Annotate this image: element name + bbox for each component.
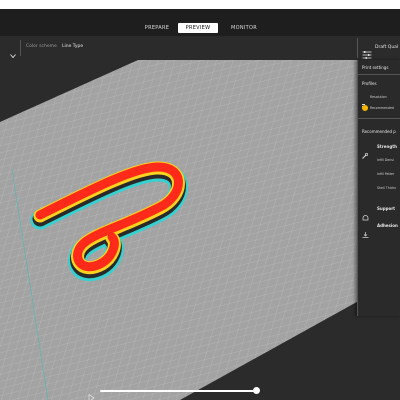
print-settings-button[interactable]: Draft Qual	[357, 38, 400, 59]
sliders-icon	[362, 44, 372, 59]
slider-track[interactable]	[100, 390, 258, 392]
recommended-section-title: Recommended p	[362, 129, 396, 134]
support-label: Support	[377, 206, 396, 211]
tab-preview[interactable]: PREVIEW	[178, 23, 218, 33]
infill-pattern-label: Infill Patter	[377, 172, 395, 176]
warning-icon	[362, 105, 368, 111]
color-scheme-select[interactable]: Line Type	[62, 44, 83, 49]
print-settings-title: Print settings	[362, 65, 389, 70]
panel-divider	[358, 118, 400, 119]
layer-slider[interactable]	[88, 386, 264, 400]
resolution-label: Resolution	[370, 95, 387, 99]
view-toolbar: Color scheme Line Type Draft Qual	[0, 36, 400, 60]
resolution-icon	[362, 94, 368, 109]
slider-handle[interactable]	[252, 387, 260, 394]
top-window-bar	[0, 0, 400, 9]
panel-divider	[358, 74, 400, 75]
profiles-label: Profiles	[362, 81, 377, 86]
support-icon	[362, 206, 369, 221]
build-plate-grid	[0, 60, 400, 400]
profile-name: Draft Qual	[375, 45, 399, 50]
adhesion-icon	[362, 223, 369, 238]
recommended-label[interactable]: Recommended	[370, 106, 394, 110]
toolbar-divider	[20, 40, 21, 56]
color-scheme-label: Color scheme	[26, 44, 57, 49]
strength-label: Strength	[377, 144, 397, 149]
tab-monitor[interactable]: MONITOR	[225, 23, 263, 33]
shell-thickness-label: Shell Thickn	[377, 186, 397, 190]
adhesion-label: Adhesion	[377, 223, 398, 228]
print-settings-panel: Print settings Profiles Resolution Recom…	[357, 60, 400, 316]
tab-prepare[interactable]: PREPARE	[138, 23, 176, 33]
infill-density-label: Infill Densi	[377, 158, 394, 162]
wrench-icon	[362, 144, 369, 159]
chevron-down-icon[interactable]	[10, 44, 16, 59]
play-icon[interactable]	[88, 387, 95, 400]
3d-viewport[interactable]	[0, 60, 400, 400]
